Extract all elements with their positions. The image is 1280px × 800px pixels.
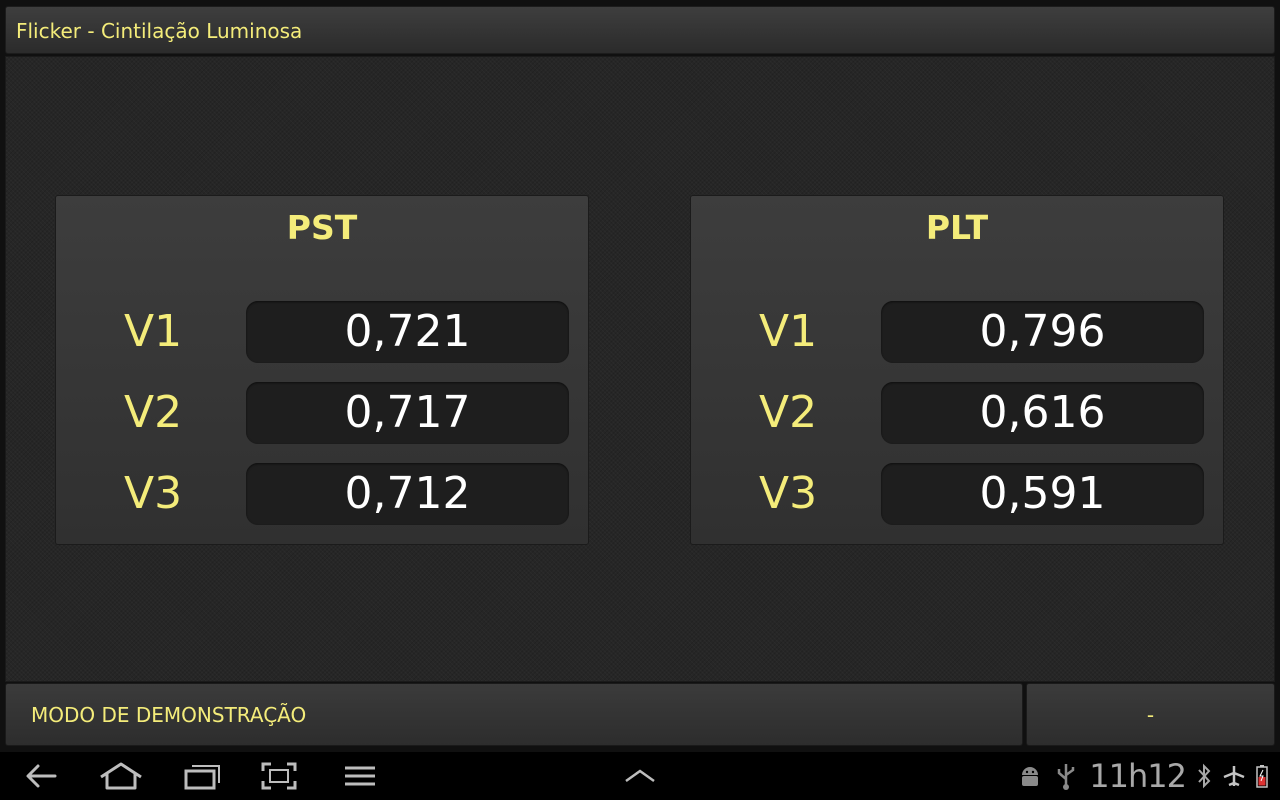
battery-icon xyxy=(1256,765,1268,788)
usb-icon xyxy=(1058,764,1075,790)
menu-button[interactable] xyxy=(340,752,380,800)
status-icons: 11h12 xyxy=(1017,752,1268,800)
back-button[interactable] xyxy=(18,752,64,800)
plt-panel: PLT V1 0,796 V2 0,616 V3 0,591 xyxy=(690,195,1224,545)
mode-status-bar: MODO DE DEMONSTRAÇÃO xyxy=(5,683,1023,746)
bluetooth-icon xyxy=(1198,763,1211,789)
pst-row-v1: V1 0,721 xyxy=(56,301,588,363)
home-button[interactable] xyxy=(96,752,146,800)
row-label: V3 xyxy=(124,468,183,519)
screenshot-icon xyxy=(261,762,297,790)
value-display: 0,712 xyxy=(246,463,569,525)
pst-panel: PST V1 0,721 V2 0,717 V3 0,712 xyxy=(55,195,589,545)
panel-title: PST xyxy=(286,208,358,247)
plt-row-v1: V1 0,796 xyxy=(691,301,1223,363)
value-display: 0,721 xyxy=(246,301,569,363)
row-label: V1 xyxy=(759,306,818,357)
status-indicator: - xyxy=(1026,683,1275,746)
pst-row-v3: V3 0,712 xyxy=(56,463,588,525)
row-label: V3 xyxy=(759,468,818,519)
value-display: 0,796 xyxy=(881,301,1204,363)
back-icon xyxy=(26,764,57,788)
mode-label: MODO DE DEMONSTRAÇÃO xyxy=(31,703,307,727)
plt-row-v2: V2 0,616 xyxy=(691,382,1223,444)
chevron-up-icon xyxy=(625,769,655,783)
row-label: V1 xyxy=(124,306,183,357)
recent-apps-icon xyxy=(184,765,220,790)
screenshot-button[interactable] xyxy=(258,752,300,800)
status-value: - xyxy=(1146,703,1155,727)
value-display: 0,591 xyxy=(881,463,1204,525)
title-bar: Flicker - Cintilação Luminosa xyxy=(5,6,1275,54)
app-title: Flicker - Cintilação Luminosa xyxy=(16,19,303,43)
row-label: V2 xyxy=(124,387,183,438)
value-display: 0,616 xyxy=(881,382,1204,444)
main-content: PST V1 0,721 V2 0,717 V3 0,712 PLT V1 0,… xyxy=(5,56,1275,682)
home-icon xyxy=(100,762,142,790)
pst-row-v2: V2 0,717 xyxy=(56,382,588,444)
recent-apps-button[interactable] xyxy=(180,752,224,800)
row-label: V2 xyxy=(759,387,818,438)
plt-row-v3: V3 0,591 xyxy=(691,463,1223,525)
app-window: Flicker - Cintilação Luminosa PST V1 0,7… xyxy=(0,0,1280,800)
android-debug-icon xyxy=(1022,767,1039,786)
notification-expand-button[interactable] xyxy=(620,752,660,800)
system-nav-bar: 11h12 xyxy=(0,752,1280,800)
value-display: 0,717 xyxy=(246,382,569,444)
airplane-mode-icon xyxy=(1223,766,1245,787)
clock: 11h12 xyxy=(1089,757,1187,795)
menu-icon xyxy=(345,766,375,786)
panel-title: PLT xyxy=(925,208,989,247)
